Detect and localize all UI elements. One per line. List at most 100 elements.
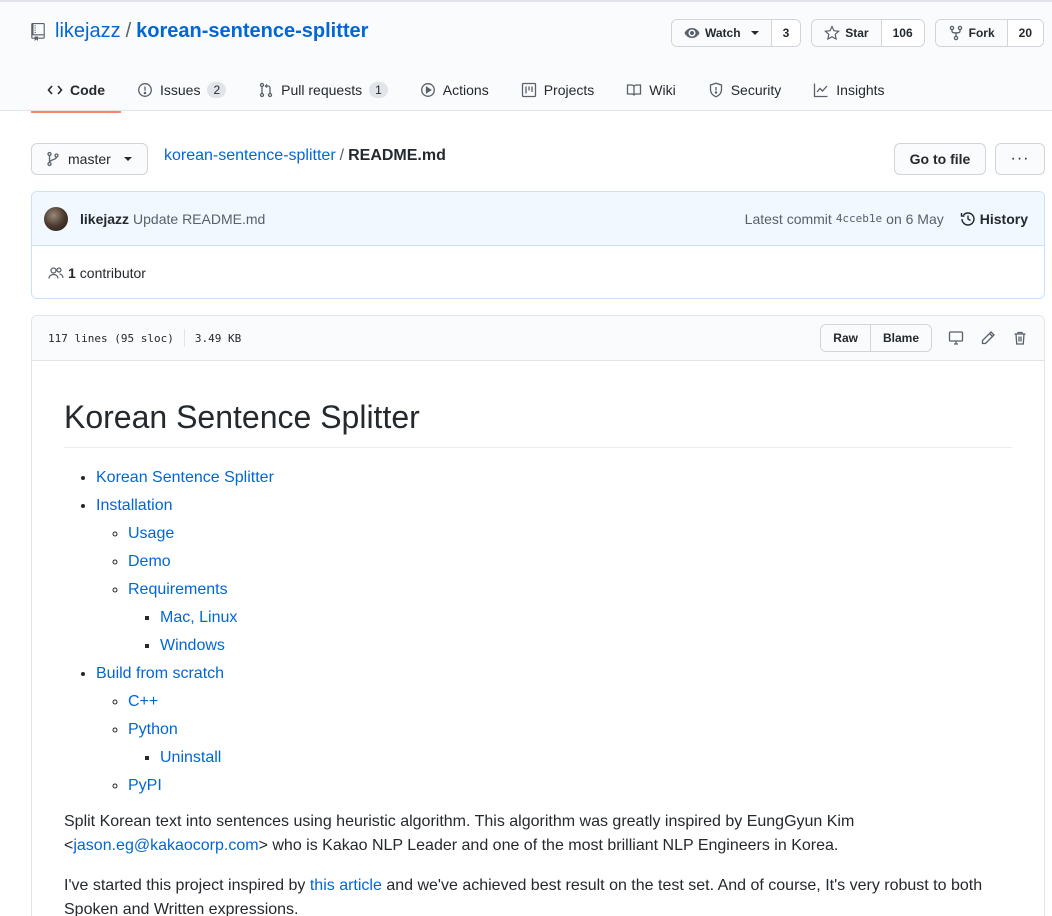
list-item: PyPI <box>128 772 1012 800</box>
breadcrumb-file: README.md <box>348 147 446 164</box>
eye-icon <box>684 28 700 38</box>
toc-sublist: C++ Python Uninstall PyPI <box>96 688 1012 800</box>
tab-issues[interactable]: Issues 2 <box>121 68 242 113</box>
list-item: Demo <box>128 548 1012 576</box>
toc-sublist: Uninstall <box>128 744 1012 772</box>
go-to-file-button[interactable]: Go to file <box>894 143 986 175</box>
file-size: 3.49 KB <box>194 331 242 345</box>
article-link[interactable]: this article <box>310 877 382 894</box>
tab-projects[interactable]: Projects <box>505 68 611 113</box>
shield-icon <box>709 82 722 98</box>
book-icon <box>627 83 642 96</box>
paragraph-text: I've started this project inspired by <box>64 877 310 894</box>
tab-pull-requests[interactable]: Pull requests 1 <box>242 68 404 113</box>
latest-commit-label: Latest commit <box>744 210 832 227</box>
issues-counter: 2 <box>207 81 227 98</box>
list-item: Uninstall <box>160 744 1012 772</box>
avatar[interactable] <box>44 206 68 231</box>
raw-button[interactable]: Raw <box>821 325 870 351</box>
blame-button[interactable]: Blame <box>869 325 931 351</box>
history-icon <box>960 211 975 226</box>
contributors-count: 1 <box>68 264 76 281</box>
breadcrumb-repo-link[interactable]: korean-sentence-splitter <box>164 147 336 164</box>
commit-meta: Latest commit 4cceb1e on 6 May History <box>745 211 1028 227</box>
list-item: C++ <box>128 688 1012 716</box>
toc-sublist: Mac, Linux Windows <box>128 604 1012 660</box>
repo-name-link[interactable]: korean-sentence-splitter <box>136 20 368 43</box>
toc-link[interactable]: Requirements <box>128 581 228 598</box>
commit-author-link[interactable]: likejazz <box>80 211 129 227</box>
watch-count[interactable]: 3 <box>770 20 801 46</box>
tab-label: Pull requests <box>281 81 363 98</box>
email-link[interactable]: jason.eg@kakaocorp.com <box>73 837 258 854</box>
toc-link[interactable]: Usage <box>128 525 174 542</box>
readme-content: Korean Sentence Splitter Korean Sentence… <box>32 361 1044 916</box>
contributors-row[interactable]: 1 contributor <box>32 246 1044 298</box>
toc-link[interactable]: Installation <box>96 497 173 514</box>
toc-link[interactable]: Korean Sentence Splitter <box>96 469 274 486</box>
tab-wiki[interactable]: Wiki <box>610 68 691 113</box>
latest-commit-box: likejazz Update README.md Latest commit … <box>31 191 1045 299</box>
pencil-icon[interactable] <box>980 330 996 346</box>
watch-button[interactable]: Watch <box>672 20 771 46</box>
tab-code[interactable]: Code <box>31 68 121 113</box>
star-label: Star <box>845 26 869 40</box>
tab-label: Code <box>70 81 105 98</box>
fork-count[interactable]: 20 <box>1006 20 1043 46</box>
toc-sublist: Usage Demo Requirements Mac, Linux Windo… <box>96 520 1012 660</box>
toc-link[interactable]: Windows <box>160 637 225 654</box>
raw-blame-group: Raw Blame <box>820 324 932 352</box>
graph-icon <box>814 83 828 97</box>
toc-link[interactable]: Python <box>128 721 178 738</box>
toc-link[interactable]: PyPI <box>128 777 162 794</box>
tab-label: Wiki <box>649 81 676 98</box>
project-icon <box>521 82 536 97</box>
chevron-down-icon <box>123 157 132 161</box>
commit-header: likejazz Update README.md Latest commit … <box>32 192 1044 246</box>
readme-paragraph: Split Korean text into sentences using h… <box>64 810 1012 858</box>
tab-actions[interactable]: Actions <box>404 68 505 113</box>
star-group: Star 106 <box>811 19 925 47</box>
toc-link[interactable]: C++ <box>128 693 158 710</box>
repo-title: likejazz / korean-sentence-splitter <box>31 20 368 43</box>
repo-actions: Watch 3 Star 106 Fork 20 <box>671 19 1044 47</box>
pull-request-icon <box>260 82 273 97</box>
toc-link[interactable]: Build from scratch <box>96 665 224 682</box>
tab-security[interactable]: Security <box>692 68 798 113</box>
history-link[interactable]: History <box>960 211 1028 227</box>
fork-icon <box>949 25 962 41</box>
repo-owner-link[interactable]: likejazz <box>55 20 121 43</box>
list-item: Korean Sentence Splitter <box>96 464 1012 492</box>
commit-sha-link[interactable]: 4cceb1e <box>836 212 882 225</box>
tab-label: Issues <box>160 81 201 98</box>
table-of-contents: Korean Sentence Splitter Installation Us… <box>64 464 1012 800</box>
tab-label: Actions <box>442 81 489 98</box>
repo-separator: / <box>125 20 132 42</box>
list-item: Usage <box>128 520 1012 548</box>
readme-title: Korean Sentence Splitter <box>64 397 1012 448</box>
fork-button[interactable]: Fork <box>935 20 1007 46</box>
trash-icon[interactable] <box>1012 330 1028 346</box>
list-item: Build from scratch C++ Python Uninstall … <box>96 660 1012 800</box>
repo-icon <box>31 22 45 41</box>
commit-message-link[interactable]: Update README.md <box>133 211 265 227</box>
readme-paragraph: I've started this project inspired by th… <box>64 874 1012 916</box>
fork-label: Fork <box>968 26 995 40</box>
commit-date: on 6 May <box>886 210 944 227</box>
branch-select-button[interactable]: master <box>31 143 148 175</box>
chevron-down-icon <box>750 31 759 35</box>
file-header: 117 lines (95 sloc) 3.49 KB Raw Blame <box>32 316 1044 361</box>
toc-link[interactable]: Mac, Linux <box>160 609 237 626</box>
tab-insights[interactable]: Insights <box>797 68 900 113</box>
history-label: History <box>979 210 1028 227</box>
desktop-icon[interactable] <box>948 330 964 346</box>
pull-requests-counter: 1 <box>369 81 388 98</box>
people-icon <box>48 266 64 279</box>
paragraph-text: > who is Kakao NLP Leader and one of the… <box>258 837 839 854</box>
toc-link[interactable]: Demo <box>128 553 171 570</box>
toc-link[interactable]: Uninstall <box>160 749 221 766</box>
breadcrumb-separator: / <box>339 147 345 164</box>
star-count[interactable]: 106 <box>880 20 924 46</box>
more-options-button[interactable]: ··· <box>995 143 1045 175</box>
star-button[interactable]: Star <box>812 20 881 46</box>
